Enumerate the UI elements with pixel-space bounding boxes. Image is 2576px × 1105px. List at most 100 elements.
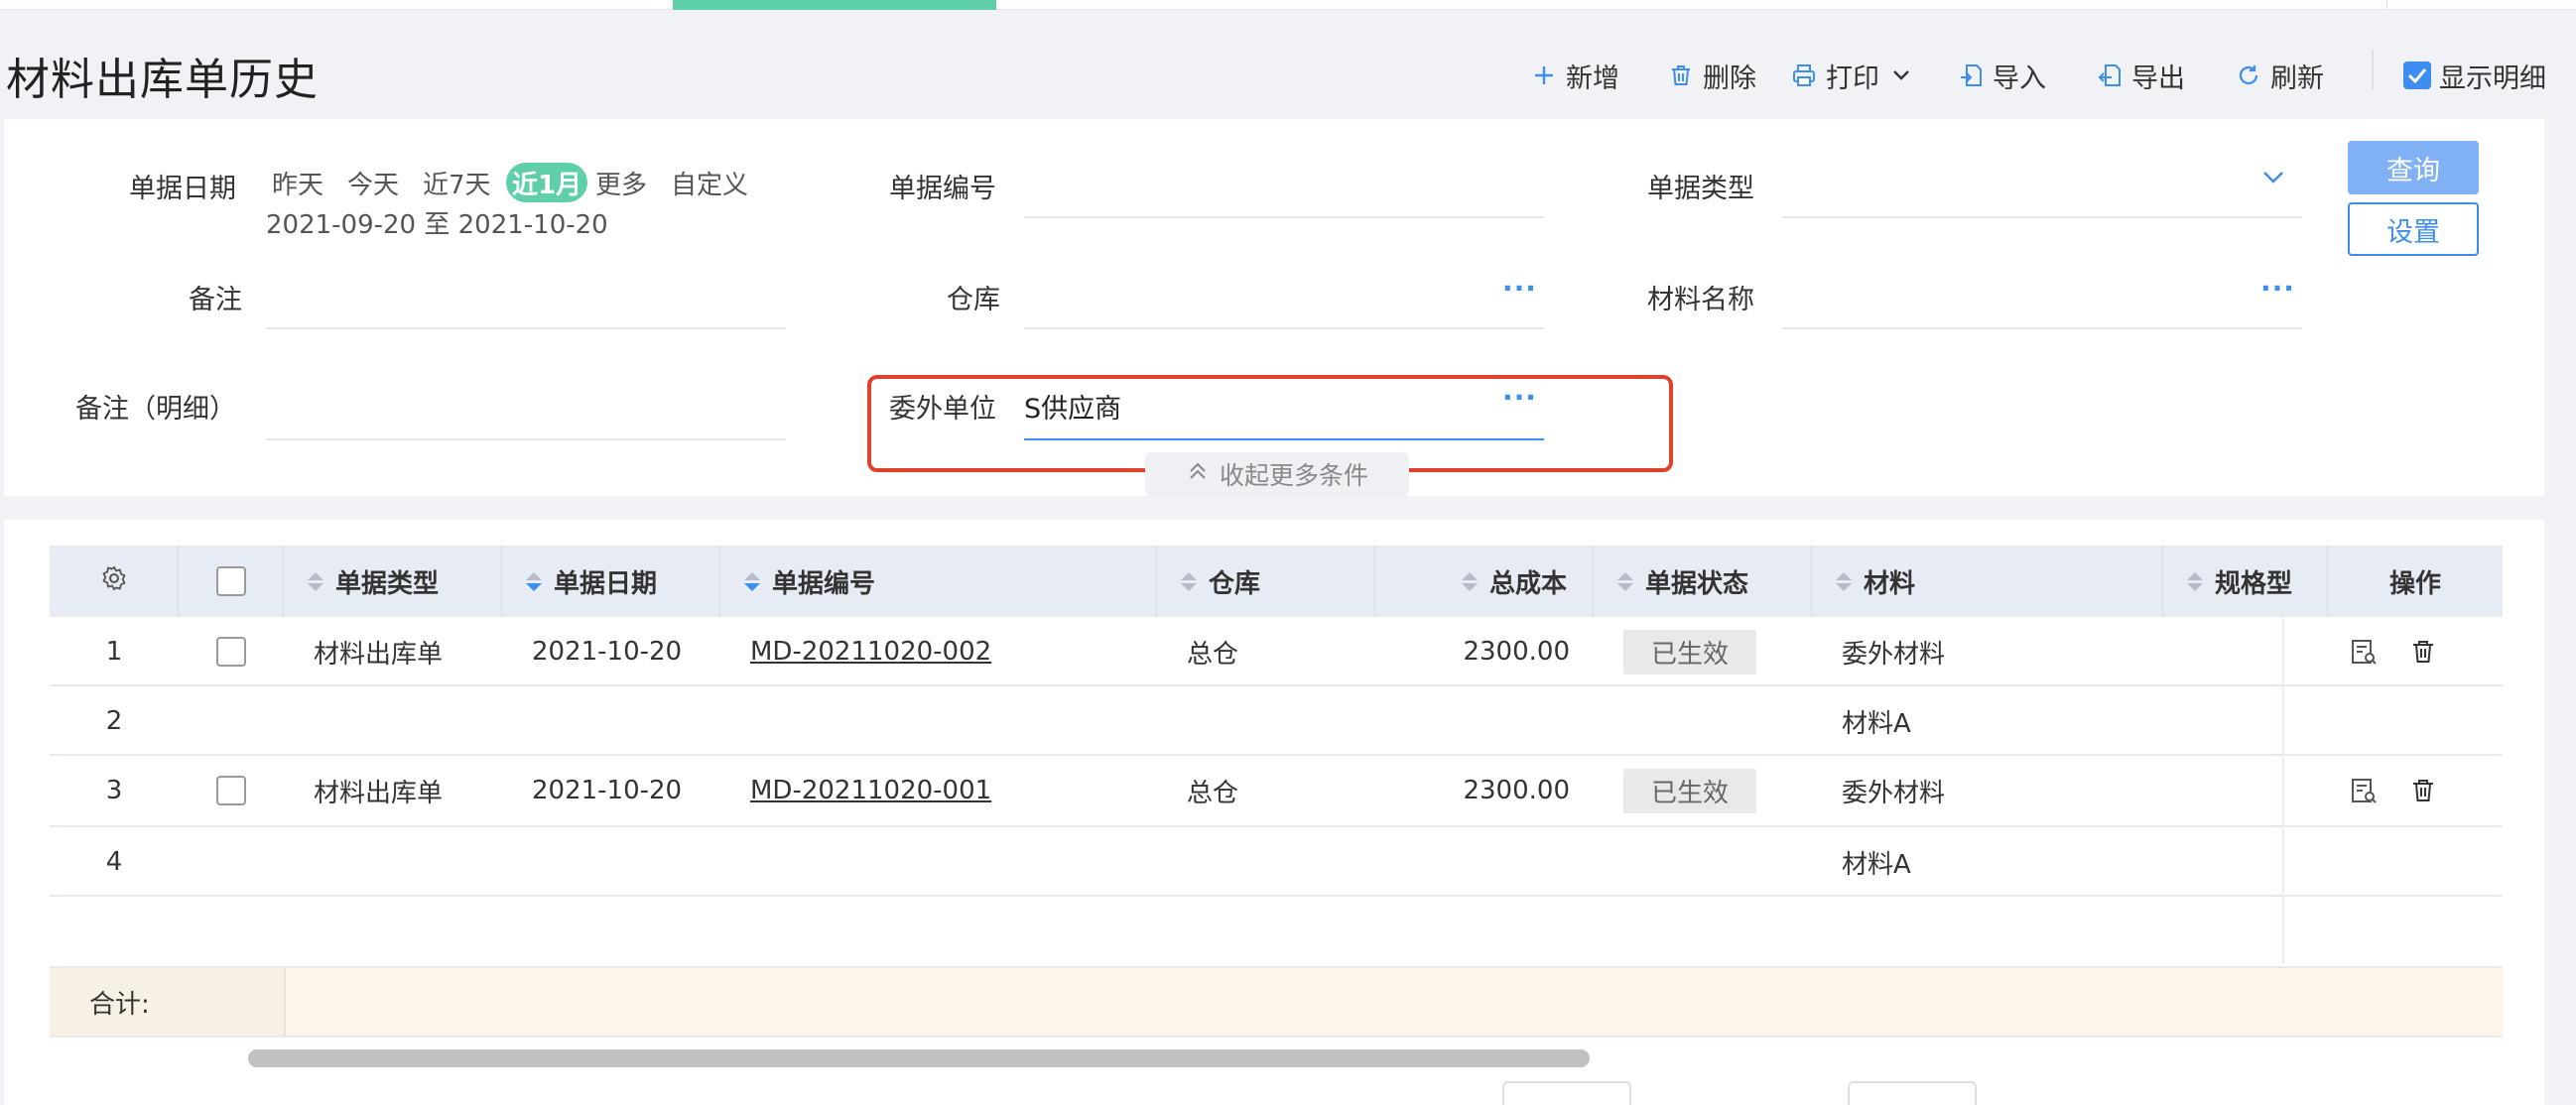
- refresh-button[interactable]: 刷新: [2235, 56, 2324, 95]
- import-button[interactable]: 导入: [1957, 56, 2046, 95]
- refresh-button-label: 刷新: [2270, 62, 2324, 94]
- column-warehouse[interactable]: 仓库: [1157, 546, 1375, 617]
- cell-material: 委外材料: [1842, 639, 1946, 670]
- column-total-cost[interactable]: 总成本: [1375, 546, 1594, 617]
- row-checkbox[interactable]: [216, 776, 246, 805]
- show-detail-toggle[interactable]: 显示明细: [2403, 56, 2546, 95]
- warehouse-underline: [1024, 327, 1544, 329]
- table-row[interactable]: 1 材料出库单 2021-10-20 MD-20211020-002 总仓 23…: [50, 617, 2503, 686]
- trash-icon[interactable]: [2407, 775, 2439, 806]
- column-doc-status-label: 单据状态: [1645, 568, 1749, 599]
- material-name-input[interactable]: [1782, 278, 2239, 317]
- column-material[interactable]: 材料: [1812, 546, 2163, 617]
- doc-no-link[interactable]: MD-20211020-002: [750, 637, 991, 667]
- doc-no-link[interactable]: MD-20211020-001: [750, 776, 991, 805]
- print-button[interactable]: 打印: [1790, 56, 1915, 95]
- actions-column-shadow: [2282, 617, 2284, 964]
- warehouse-input[interactable]: [1024, 278, 1481, 317]
- import-icon: [1957, 61, 1985, 89]
- table-row[interactable]: 2 材料A: [50, 686, 2503, 756]
- column-doc-date-label: 单据日期: [554, 568, 658, 599]
- column-doc-status[interactable]: 单据状态: [1594, 546, 1812, 617]
- doc-no-label: 单据编号: [889, 174, 996, 204]
- column-settings-cell[interactable]: [50, 546, 179, 617]
- export-button-label: 导出: [2131, 62, 2185, 94]
- view-detail-icon[interactable]: [2348, 636, 2380, 668]
- trash-icon: [1667, 61, 1695, 89]
- remark-detail-input[interactable]: [266, 387, 782, 427]
- column-actions: 操作: [2328, 546, 2503, 617]
- column-total-cost-label: 总成本: [1488, 568, 1567, 599]
- cell-doc-date: 2021-10-20: [532, 776, 683, 805]
- sort-icon: [526, 571, 542, 591]
- collapse-conditions-button[interactable]: 收起更多条件: [1145, 452, 1409, 496]
- double-chevron-up-icon: [1186, 459, 1210, 489]
- active-tab-indicator[interactable]: [673, 0, 996, 10]
- page-jump-input[interactable]: [1848, 1081, 1977, 1105]
- column-spec[interactable]: 规格型: [2163, 546, 2328, 617]
- date-chip-today[interactable]: 今天: [341, 163, 405, 202]
- export-icon: [2096, 61, 2124, 89]
- page-header: 材料出库单历史 新增 删除 打印 导入 导出 刷新 显示明细: [0, 10, 2576, 119]
- date-chip-1month[interactable]: 近1月: [506, 163, 588, 202]
- date-chip-7days[interactable]: 近7天: [417, 163, 497, 202]
- chevron-down-icon[interactable]: [2256, 161, 2290, 194]
- select-all-checkbox[interactable]: [215, 566, 246, 596]
- doc-no-input[interactable]: [1024, 167, 1540, 206]
- add-button[interactable]: 新增: [1530, 56, 1619, 95]
- doc-no-underline: [1024, 216, 1544, 218]
- material-name-underline: [1782, 327, 2302, 329]
- query-button[interactable]: 查询: [2348, 141, 2479, 194]
- page-size-input[interactable]: [1502, 1081, 1631, 1105]
- table-row[interactable]: 3 材料出库单 2021-10-20 MD-20211020-001 总仓 23…: [50, 756, 2503, 827]
- date-range-text: 2021-09-20 至 2021-10-20: [266, 210, 608, 240]
- column-actions-label: 操作: [2388, 568, 2441, 599]
- checkbox-checked-icon: [2403, 61, 2431, 89]
- sort-icon: [1836, 571, 1852, 591]
- sort-icon: [308, 571, 323, 591]
- printer-icon: [1790, 61, 1818, 89]
- remark-input[interactable]: [266, 278, 782, 317]
- column-spec-label: 规格型: [2215, 568, 2293, 599]
- top-tab-strip: [0, 0, 2576, 10]
- doc-type-label: 单据类型: [1647, 174, 1754, 204]
- column-doc-no[interactable]: 单据编号: [720, 546, 1157, 617]
- trash-icon[interactable]: [2407, 636, 2439, 668]
- date-chip-yesterday[interactable]: 昨天: [266, 163, 329, 202]
- material-name-more-icon[interactable]: ···: [2260, 272, 2295, 305]
- cell-total-cost: 2300.00: [1463, 637, 1570, 667]
- toolbar-divider: [2372, 50, 2374, 89]
- material-name-label: 材料名称: [1647, 285, 1754, 315]
- table-row[interactable]: 4 材料A: [50, 827, 2503, 897]
- warehouse-label: 仓库: [947, 285, 1000, 315]
- horizontal-scrollbar[interactable]: [244, 1042, 2503, 1071]
- date-chip-custom[interactable]: 自定义: [665, 163, 754, 202]
- column-doc-type[interactable]: 单据类型: [284, 546, 502, 617]
- warehouse-more-icon[interactable]: ···: [1502, 272, 1537, 305]
- row-checkbox[interactable]: [216, 637, 246, 667]
- scrollbar-thumb[interactable]: [248, 1049, 1590, 1067]
- remark-underline: [266, 327, 786, 329]
- cell-doc-date: 2021-10-20: [532, 637, 683, 667]
- cell-doc-type: 材料出库单: [314, 778, 444, 808]
- date-filter-label: 单据日期: [129, 174, 236, 204]
- show-detail-label: 显示明细: [2439, 62, 2546, 94]
- date-chip-more[interactable]: 更多: [589, 163, 653, 202]
- plus-icon: [1530, 61, 1558, 89]
- column-material-label: 材料: [1864, 568, 1916, 599]
- gear-icon: [100, 564, 128, 599]
- sort-icon: [1461, 571, 1478, 591]
- delete-button[interactable]: 删除: [1667, 56, 1756, 95]
- summary-row: 合计:: [50, 966, 2503, 1038]
- page-title: 材料出库单历史: [6, 55, 319, 105]
- view-detail-icon[interactable]: [2348, 775, 2380, 806]
- cell-warehouse: 总仓: [1187, 639, 1239, 670]
- doc-type-select[interactable]: [1782, 167, 2239, 206]
- settings-button[interactable]: 设置: [2348, 202, 2479, 256]
- row-index: 4: [105, 847, 123, 877]
- column-doc-date[interactable]: 单据日期: [502, 546, 720, 617]
- table-panel: 单据类型 单据日期 单据编号 仓库 总成本 单据状态 材料 规格型 操作 1 材…: [4, 520, 2544, 1105]
- remark-label: 备注: [189, 285, 242, 315]
- cell-material: 材料A: [1842, 708, 1911, 739]
- export-button[interactable]: 导出: [2096, 56, 2185, 95]
